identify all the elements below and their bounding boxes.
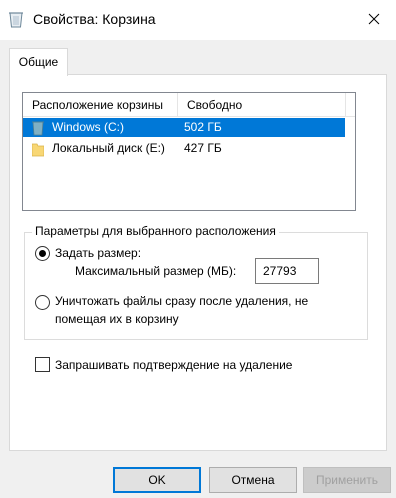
apply-button[interactable]: Применить [303,467,391,493]
recycle-bin-icon [8,10,24,28]
window-title: Свойства: Корзина [33,11,156,27]
location-name: Windows (C:) [52,120,125,134]
ok-button[interactable]: OK [113,467,201,493]
column-divider [345,93,346,117]
settings-group-legend: Параметры для выбранного расположения [32,224,279,238]
max-size-label: Максимальный размер (МБ): [75,264,237,278]
confirm-delete-label[interactable]: Запрашивать подтверждение на удаление [55,358,292,372]
location-free: 502 ГБ [184,120,222,134]
list-item[interactable]: Локальный диск (E:) 427 ГБ [23,139,345,158]
column-header-free[interactable]: Свободно [177,93,345,117]
trash-folder-icon [32,120,44,136]
list-item[interactable]: Windows (C:) 502 ГБ [23,118,345,137]
delete-immediately-label-line1[interactable]: Уничтожать файлы сразу после удаления, н… [55,294,308,308]
tab-strip: Общие [0,40,396,76]
folder-icon [31,141,45,157]
delete-immediately-radio[interactable] [35,295,50,310]
max-size-input[interactable]: 27793 [255,258,319,284]
confirm-delete-checkbox[interactable] [35,357,50,372]
cancel-button[interactable]: Отмена [209,467,297,493]
tab-general[interactable]: Общие [9,48,68,76]
title-bar: Свойства: Корзина [0,0,396,40]
location-free: 427 ГБ [184,141,222,155]
close-icon [368,13,380,28]
location-name: Локальный диск (E:) [52,141,165,155]
list-header: Расположение корзины Свободно [23,93,355,117]
delete-immediately-label-line2[interactable]: помещая их в корзину [55,312,179,326]
column-header-location[interactable]: Расположение корзины [23,93,176,117]
location-list[interactable]: Расположение корзины Свободно Windows (C… [22,92,356,211]
custom-size-label[interactable]: Задать размер: [55,246,141,260]
close-button[interactable] [352,0,396,40]
custom-size-radio[interactable] [35,246,50,261]
